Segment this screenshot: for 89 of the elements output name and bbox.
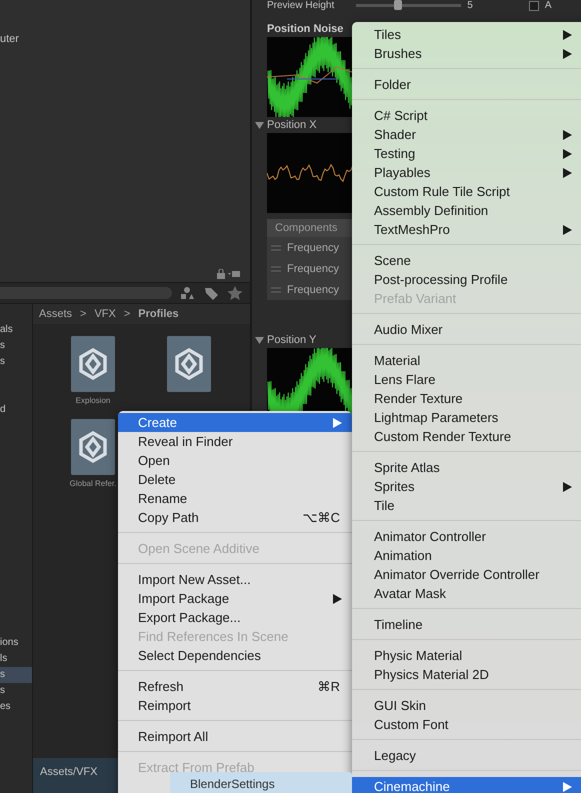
unity-asset-icon[interactable] xyxy=(71,336,115,392)
tag-icon[interactable] xyxy=(202,285,220,301)
sidebar-item[interactable]: s xyxy=(0,683,32,699)
menu-item[interactable]: Reimport xyxy=(118,696,352,715)
sidebar-item[interactable]: s xyxy=(0,354,32,370)
components-header: Components xyxy=(267,219,355,237)
menu-item[interactable]: Export Package... xyxy=(118,608,352,627)
menu-item[interactable]: Lens Flare xyxy=(352,370,581,389)
menu-item[interactable]: Copy Path ⌥⌘C xyxy=(118,508,352,527)
section-title: Position Y xyxy=(267,334,316,346)
menu-item[interactable]: Assembly Definition xyxy=(352,201,581,220)
menu-item[interactable]: Custom Font xyxy=(352,715,581,734)
foldout-icon[interactable] xyxy=(255,120,264,130)
breadcrumb-item[interactable]: Profiles xyxy=(138,308,179,320)
menu-item[interactable]: Select Dependencies xyxy=(118,646,352,665)
menu-item[interactable]: Cinemachine xyxy=(352,777,581,793)
menu-item[interactable]: Playables xyxy=(352,163,581,182)
menu-item[interactable]: Shader xyxy=(352,125,581,144)
sidebar-item[interactable]: s xyxy=(0,338,32,354)
menu-item[interactable]: Reimport All xyxy=(118,727,352,746)
slider-value: 5 xyxy=(467,0,473,11)
sidebar-item[interactable]: s xyxy=(0,667,32,683)
unity-asset-icon[interactable] xyxy=(167,336,211,392)
menu-item[interactable]: Legacy xyxy=(352,746,581,765)
menu-item[interactable]: Audio Mixer xyxy=(352,320,581,339)
menu-item[interactable]: Import Package xyxy=(118,589,352,608)
menu-item[interactable]: Import New Asset... xyxy=(118,570,352,589)
menu-item[interactable]: Render Texture xyxy=(352,389,581,408)
sidebar-item[interactable]: ls xyxy=(0,651,32,667)
menu-icon[interactable] xyxy=(228,269,240,279)
menu-item[interactable]: Sprite Atlas xyxy=(352,458,581,477)
menu-item[interactable]: Delete xyxy=(118,470,352,489)
section-title: Position Noise xyxy=(267,22,344,37)
breadcrumb-item[interactable]: VFX xyxy=(94,308,116,320)
section-title: Position X xyxy=(267,119,317,131)
menu-item[interactable]: Animator Controller xyxy=(352,527,581,546)
sidebar-item[interactable]: d xyxy=(0,402,32,418)
menu-item[interactable]: Folder xyxy=(352,75,581,94)
menu-item[interactable]: Open xyxy=(118,451,352,470)
field-label: Preview Height xyxy=(267,0,334,11)
sidebar-item[interactable]: ions xyxy=(0,635,32,651)
menu-item[interactable]: Custom Render Texture xyxy=(352,427,581,446)
slider-thumb[interactable] xyxy=(394,0,402,10)
menu-item[interactable]: Avatar Mask xyxy=(352,584,581,603)
menu-item[interactable]: Physic Material xyxy=(352,646,581,665)
breadcrumb-item[interactable]: Assets xyxy=(39,308,72,320)
drag-handle-icon[interactable] xyxy=(271,286,281,292)
menu-item[interactable]: Create xyxy=(118,413,352,432)
menu-item[interactable]: Refresh ⌘R xyxy=(118,677,352,696)
sidebar-item[interactable]: als xyxy=(0,322,32,338)
drag-handle-icon[interactable] xyxy=(271,244,281,250)
menu-item[interactable]: Post-processing Profile xyxy=(352,270,581,289)
menu-item[interactable]: Reveal in Finder xyxy=(118,432,352,451)
star-icon[interactable] xyxy=(226,285,244,301)
checkbox-label: A xyxy=(544,0,552,11)
menu-item[interactable]: C# Script xyxy=(352,106,581,125)
menu-item[interactable]: Custom Rule Tile Script xyxy=(352,182,581,201)
menu-item[interactable]: Sprites xyxy=(352,477,581,496)
menu-item[interactable]: Brushes xyxy=(352,44,581,63)
field-label: Frequency xyxy=(287,262,339,274)
menu-item[interactable]: Testing xyxy=(352,144,581,163)
menu-item[interactable]: Rename xyxy=(118,489,352,508)
menu-item[interactable]: Lightmap Parameters xyxy=(352,408,581,427)
drag-tooltip: BlenderSettings xyxy=(170,772,352,793)
menu-item[interactable]: Tile xyxy=(352,496,581,515)
menu-item[interactable]: Scene xyxy=(352,251,581,270)
shapes-icon[interactable] xyxy=(178,285,196,301)
menu-item[interactable]: Timeline xyxy=(352,615,581,634)
lock-icon[interactable] xyxy=(217,269,225,279)
asset-name: Global Refer. xyxy=(70,479,116,488)
foldout-icon[interactable] xyxy=(255,336,264,344)
hierarchy-label: uter xyxy=(0,33,20,45)
field-label: Frequency xyxy=(287,242,339,254)
asset-name: Explosion xyxy=(76,396,110,405)
menu-item[interactable]: Animator Override Controller xyxy=(352,565,581,584)
sidebar-item[interactable]: es xyxy=(0,699,32,715)
field-label: Frequency xyxy=(287,284,339,296)
menu-item[interactable]: Physics Material 2D xyxy=(352,665,581,684)
breadcrumb-separator: > xyxy=(80,308,86,320)
menu-item[interactable]: GUI Skin xyxy=(352,696,581,715)
menu-item[interactable]: Material xyxy=(352,351,581,370)
breadcrumb-separator: > xyxy=(124,308,130,320)
path-label: Assets/VFX xyxy=(40,766,98,778)
unity-asset-icon[interactable] xyxy=(71,419,115,475)
menu-item[interactable]: Tiles xyxy=(352,25,581,44)
menu-item[interactable]: TextMeshPro xyxy=(352,220,581,239)
menu-item[interactable]: Animation xyxy=(352,546,581,565)
checkbox[interactable] xyxy=(528,0,539,10)
drag-handle-icon[interactable] xyxy=(271,266,281,272)
